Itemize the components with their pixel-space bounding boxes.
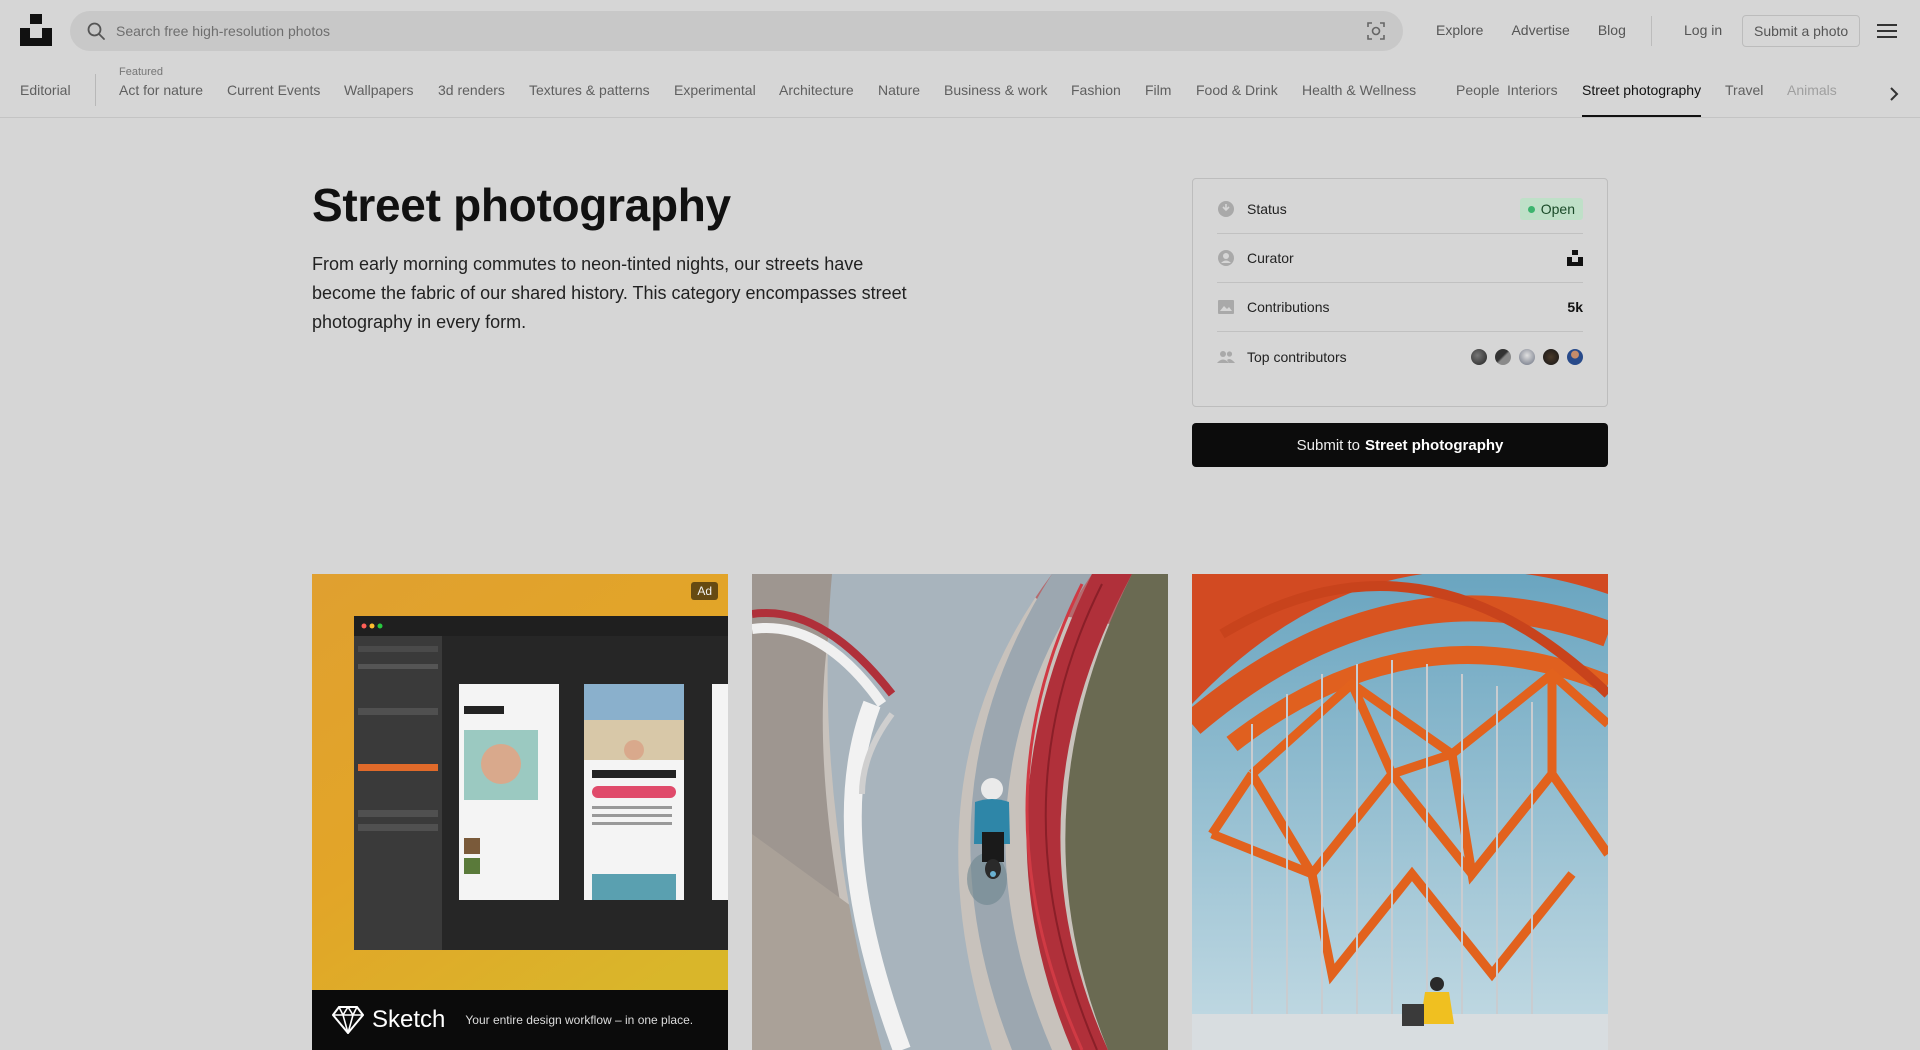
nav-blog[interactable]: Blog: [1598, 22, 1626, 38]
user-circle-icon: [1218, 250, 1234, 266]
tab-food-drink[interactable]: Food & Drink: [1196, 82, 1278, 98]
tab-fashion[interactable]: Fashion: [1071, 82, 1121, 98]
tab-travel[interactable]: Travel: [1725, 82, 1763, 98]
sponsored-photo[interactable]: Ad Sketch Your entire design workflow – …: [312, 574, 728, 1050]
status-badge: Open: [1519, 198, 1583, 220]
tabs-scroll-right[interactable]: [1880, 80, 1908, 108]
site-header: Explore Advertise Blog Log in Submit a p…: [0, 0, 1920, 118]
nav-explore[interactable]: Explore: [1436, 22, 1483, 38]
page-description: From early morning commutes to neon-tint…: [312, 254, 907, 332]
tab-textures-patterns[interactable]: Textures & patterns: [529, 82, 650, 98]
tab-editorial[interactable]: Editorial: [20, 82, 71, 98]
tab-people[interactable]: People: [1456, 82, 1500, 98]
avatar[interactable]: [1495, 348, 1511, 365]
category-tabs: Editorial Featured Act for nature Curren…: [0, 66, 1920, 118]
top-contributors-row: Top contributors: [1217, 332, 1583, 381]
top-nav: Explore Advertise Blog: [1436, 22, 1626, 38]
ad-tagline: Your entire design workflow – in one pla…: [465, 1013, 694, 1027]
contributor-avatars: [1471, 348, 1583, 365]
featured-label: Featured: [119, 66, 164, 78]
tab-nature[interactable]: Nature: [878, 82, 920, 98]
ad-banner[interactable]: Sketch Your entire design workflow – in …: [312, 990, 728, 1050]
visual-search-icon[interactable]: [1365, 20, 1387, 42]
photo-image: [752, 574, 1168, 1050]
nav-advertise[interactable]: Advertise: [1511, 22, 1569, 38]
submit-to-topic-button[interactable]: Submit to Street photography: [1192, 423, 1608, 467]
search-input[interactable]: [116, 23, 1365, 39]
curator-label: Curator: [1247, 250, 1294, 266]
tab-act-for-nature[interactable]: Act for nature: [119, 82, 203, 98]
search-icon: [87, 22, 105, 40]
curator-row: Curator: [1217, 234, 1583, 283]
tab-experimental[interactable]: Experimental: [674, 82, 756, 98]
ad-brand: Sketch: [332, 1006, 445, 1034]
tab-health-wellness[interactable]: Health & Wellness: [1302, 82, 1416, 98]
avatar[interactable]: [1543, 348, 1559, 365]
tab-interiors[interactable]: Interiors: [1507, 82, 1558, 98]
status-value: Open: [1540, 201, 1575, 217]
hamburger-menu-icon[interactable]: [1877, 22, 1897, 40]
tab-animals[interactable]: Animals: [1787, 82, 1837, 98]
login-link[interactable]: Log in: [1684, 22, 1722, 38]
tab-film[interactable]: Film: [1145, 82, 1171, 98]
tab-architecture[interactable]: Architecture: [779, 82, 854, 98]
status-label: Status: [1247, 201, 1287, 217]
submit-photo-button[interactable]: Submit a photo: [1742, 15, 1861, 47]
page-title: Street photography: [312, 179, 731, 231]
status-icon: [1218, 201, 1234, 217]
contributions-row: Contributions 5k: [1217, 283, 1583, 332]
photo-orange-bridge[interactable]: [1192, 574, 1608, 1050]
chevron-right-icon: [1890, 87, 1899, 101]
sketch-app-screenshot: [312, 574, 728, 1050]
photo-scooter-curve[interactable]: [752, 574, 1168, 1050]
contributions-label: Contributions: [1247, 299, 1330, 315]
avatar[interactable]: [1519, 348, 1535, 365]
avatar[interactable]: [1567, 348, 1583, 365]
top-contributors-label: Top contributors: [1247, 348, 1347, 365]
photo-image: [1192, 574, 1608, 1050]
diamond-icon: [332, 1006, 364, 1034]
tab-wallpapers[interactable]: Wallpapers: [344, 82, 414, 98]
users-icon: [1217, 350, 1235, 363]
avatar[interactable]: [1471, 348, 1487, 365]
topic-info-card: Status Open Curator Contributions 5k Top…: [1192, 178, 1608, 407]
status-dot: [1527, 205, 1535, 213]
status-row: Status Open: [1217, 185, 1583, 234]
search-bar[interactable]: [70, 11, 1403, 51]
tab-separator: [95, 74, 96, 106]
ad-brand-name: Sketch: [372, 1006, 446, 1033]
ad-badge: Ad: [691, 582, 718, 600]
tab-current-events[interactable]: Current Events: [227, 82, 320, 98]
submit-target: Street photography: [1365, 436, 1504, 454]
unsplash-logo-icon[interactable]: [20, 14, 52, 46]
tab-business-work[interactable]: Business & work: [944, 82, 1047, 98]
contributions-value: 5k: [1567, 299, 1583, 315]
submit-prefix: Submit to: [1296, 436, 1361, 454]
tab-street-photography[interactable]: Street photography: [1582, 82, 1702, 117]
image-icon: [1218, 300, 1234, 314]
tab-3d-renders[interactable]: 3d renders: [438, 82, 505, 98]
header-divider: [1651, 16, 1652, 46]
curator-logo-icon[interactable]: [1567, 250, 1583, 266]
